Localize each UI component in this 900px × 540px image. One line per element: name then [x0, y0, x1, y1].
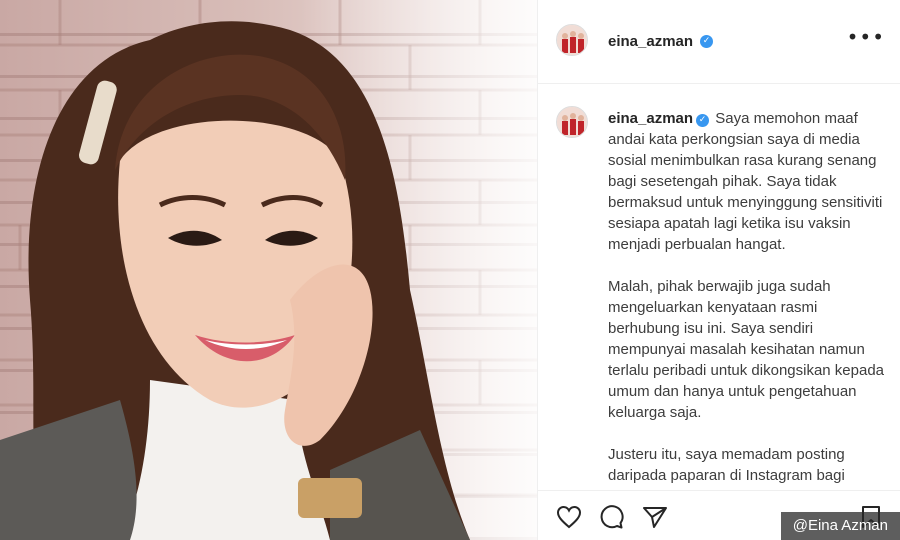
post-photo	[0, 0, 560, 540]
caption-text: eina_azman ✓ Saya memohon maaf andai kata…	[608, 108, 893, 490]
post-caption: eina_azman ✓ Saya memohon maaf andai kata…	[538, 84, 900, 490]
caption-paragraph-3: Justeru itu, saya memadam posting daripa…	[608, 446, 878, 490]
verified-badge-icon: ✓	[700, 35, 713, 48]
heart-icon[interactable]	[556, 505, 582, 529]
watermark-credit: @Eina Azman	[780, 512, 900, 540]
header-username[interactable]: eina_azman	[608, 33, 693, 50]
avatar-image	[557, 107, 587, 137]
caption-paragraph: eina_azman ✓ Saya memohon maaf andai kata…	[608, 108, 893, 255]
avatar-image	[557, 25, 587, 55]
profile-avatar[interactable]	[556, 24, 588, 56]
caption-avatar[interactable]	[556, 106, 588, 138]
more-options-icon[interactable]: •••	[847, 27, 885, 47]
comment-icon[interactable]	[598, 505, 624, 529]
caption-paragraph-2: Malah, pihak berwajib juga sudah mengelu…	[608, 278, 885, 421]
woman-portrait	[0, 21, 470, 540]
paper-plane-icon[interactable]	[642, 505, 668, 529]
caption-paragraph-1: Saya memohon maaf andai kata perkongsian…	[608, 110, 883, 253]
caption-username[interactable]: eina_azman	[608, 110, 693, 127]
post-panel: eina_azman ✓ ••• eina_azman ✓ Saya memoho…	[537, 0, 900, 540]
caption-verified-icon: ✓	[696, 114, 710, 127]
post-header: eina_azman ✓ •••	[538, 0, 900, 84]
